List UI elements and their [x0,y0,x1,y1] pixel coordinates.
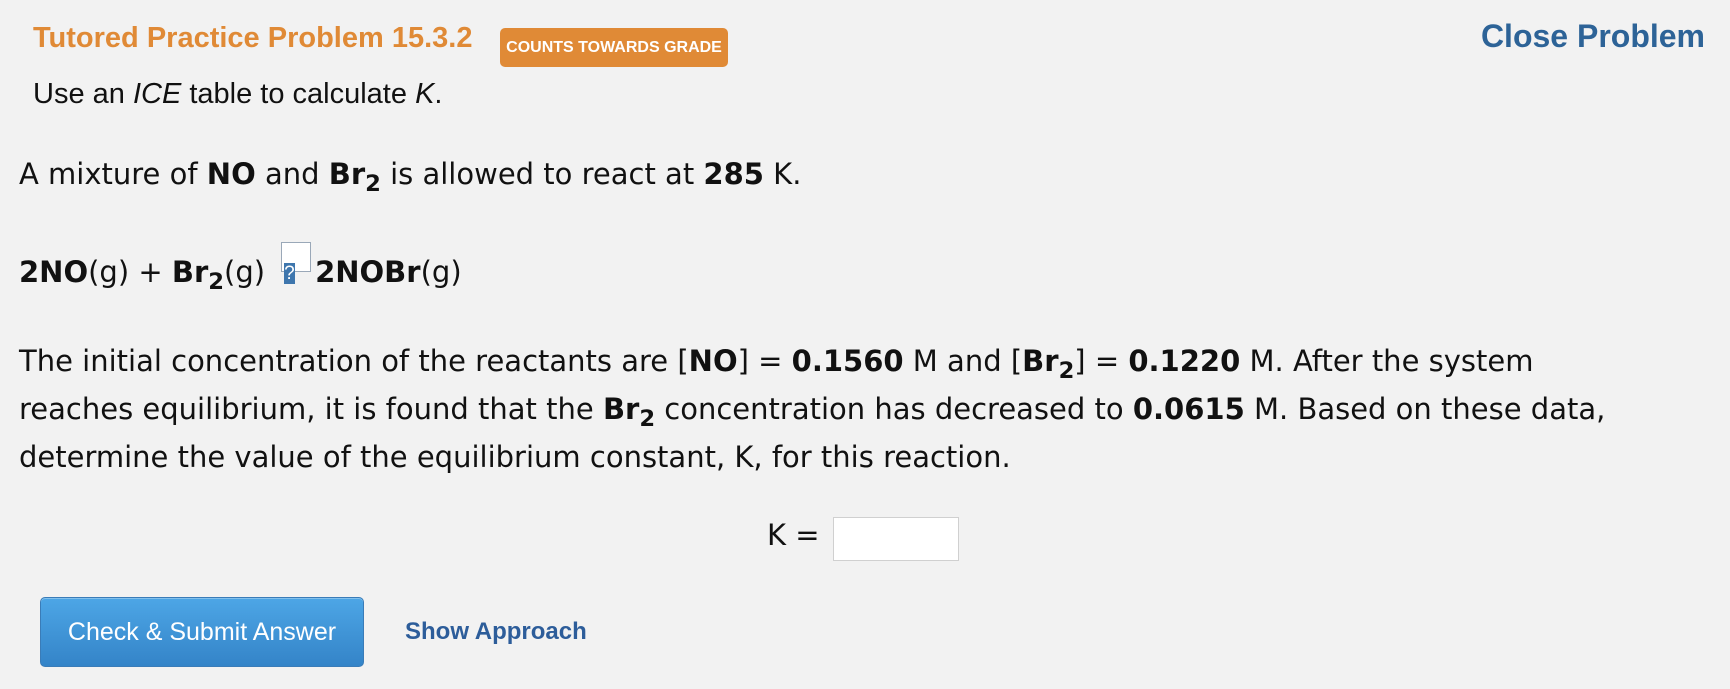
close-problem-link[interactable]: Close Problem [1481,18,1705,55]
mixture-statement: A mixture of NO and Br2 is allowed to re… [19,157,802,198]
problem-line-1: The initial concentration of the reactan… [19,344,1534,385]
reaction-equation: 2NO(g) + Br2(g)? 2NOBr(g) [19,242,462,296]
problem-line-2: reaches equilibrium, it is found that th… [19,392,1606,433]
instruction-text: Use an ICE table to calculate K. [33,78,443,110]
k-answer-input[interactable] [833,517,959,561]
problem-line-3: determine the value of the equilibrium c… [19,440,1011,474]
k-label: K = [767,518,820,552]
equilibrium-arrow-help-icon[interactable]: ? [281,242,312,284]
check-submit-button[interactable]: Check & Submit Answer [40,597,364,667]
show-approach-link[interactable]: Show Approach [405,618,587,646]
problem-description: The initial concentration of the reactan… [19,337,1605,481]
problem-title: Tutored Practice Problem 15.3.2 [33,22,473,54]
grade-badge: COUNTS TOWARDS GRADE [500,28,728,67]
